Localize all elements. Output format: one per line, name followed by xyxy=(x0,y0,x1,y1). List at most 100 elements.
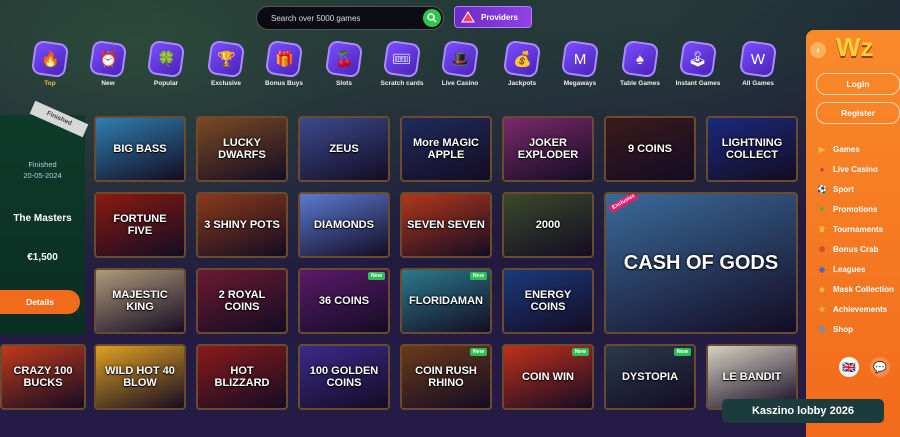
game-search[interactable] xyxy=(256,6,444,30)
category-label: Table Games xyxy=(620,80,660,87)
category-label: Instant Games xyxy=(675,80,721,87)
game-title: FLORIDAMAN xyxy=(409,295,483,307)
game-tile[interactable]: ENERGY COINS xyxy=(502,268,594,334)
menu-item-tournaments[interactable]: ♛ Tournaments xyxy=(816,222,900,236)
game-title: DYSTOPIA xyxy=(621,371,679,383)
category-instant-games[interactable]: 🕹 Instant Games xyxy=(670,39,726,87)
game-tile[interactable]: SEVEN SEVEN xyxy=(400,192,492,258)
providers-button[interactable]: Providers xyxy=(454,6,532,28)
new-badge: New xyxy=(469,348,487,356)
game-tile[interactable]: More MAGIC APPLE xyxy=(400,116,492,182)
category-scratch-cards[interactable]: 🎟 Scratch cards xyxy=(374,39,430,87)
language-flag-icon[interactable]: 🇬🇧 xyxy=(839,357,859,377)
game-title: DIAMONDS xyxy=(314,219,374,231)
category-megaways[interactable]: M Megaways xyxy=(552,39,608,87)
category-label: Jackpots xyxy=(507,80,537,87)
tournament-title: The Masters xyxy=(13,213,72,224)
game-title: ENERGY COINS xyxy=(524,289,572,313)
register-button[interactable]: Register xyxy=(816,102,900,124)
category-label: Exclusive xyxy=(211,80,241,87)
game-tile[interactable]: 2 ROYAL COINS xyxy=(196,268,288,334)
search-input[interactable] xyxy=(269,10,413,27)
menu-item-achievements[interactable]: ★ Achievements xyxy=(816,302,900,316)
game-tile[interactable]: CRAZY 100 BUCKS xyxy=(0,344,86,410)
tournament-prize: €1,500 xyxy=(27,252,58,263)
spade-card-icon: ♠ xyxy=(620,39,660,79)
category-jackpots[interactable]: 💰 Jackpots xyxy=(494,39,550,87)
game-tile[interactable]: COIN RUSH RHINO New xyxy=(400,344,492,410)
search-button[interactable] xyxy=(423,9,441,27)
menu-item-label: Live Casino xyxy=(833,164,878,174)
game-tile[interactable]: FORTUNE FIVE xyxy=(94,192,186,258)
game-tile[interactable]: 100 GOLDEN COINS xyxy=(298,344,390,410)
game-title: LE BANDIT xyxy=(722,371,782,383)
chat-icon[interactable]: 💬 xyxy=(870,357,890,377)
game-tile[interactable]: CASH OF GODS Exclusive xyxy=(604,192,798,334)
game-tile[interactable]: 9 COINS xyxy=(604,116,696,182)
category-label: Slots xyxy=(336,80,352,87)
category-live-casino[interactable]: 🎩 Live Casino xyxy=(432,39,488,87)
category-label: All Games xyxy=(742,80,774,87)
game-title: COIN WIN xyxy=(522,371,574,383)
game-title: HOT BLIZZARD xyxy=(214,365,270,389)
menu-item-leagues[interactable]: ◆ Leagues xyxy=(816,262,900,276)
category-popular[interactable]: 🍀 Popular xyxy=(138,39,194,87)
game-tile[interactable]: DYSTOPIA New xyxy=(604,344,696,410)
game-tile[interactable]: ZEUS xyxy=(298,116,390,182)
category-slots[interactable]: 🍒 Slots xyxy=(316,39,372,87)
game-tile[interactable]: MAJESTIC KING xyxy=(94,268,186,334)
providers-label: Providers xyxy=(481,12,518,22)
menu-item-sport[interactable]: ⚽ Sport xyxy=(816,182,900,196)
cherry-icon: 🍒 xyxy=(324,39,364,79)
menu-item-label: Bonus Crab xyxy=(833,244,879,254)
menu-item-label: Tournaments xyxy=(833,224,884,234)
game-title: CASH OF GODS xyxy=(623,252,779,274)
category-table-games[interactable]: ♠ Table Games xyxy=(612,39,668,87)
brand-logo[interactable]: Wz xyxy=(836,32,874,63)
game-title: 2000 xyxy=(535,219,561,231)
game-tile[interactable]: LIGHTNING COLLECT xyxy=(706,116,798,182)
game-tile[interactable]: FLORIDAMAN New xyxy=(400,268,492,334)
menu-item-label: Mask Collection xyxy=(833,284,894,294)
category-new[interactable]: ⏰ New xyxy=(80,39,136,87)
game-tile[interactable]: HOT BLIZZARD xyxy=(196,344,288,410)
right-sidebar: ‹ Wz Login Register ▶ Games ● Live Casino… xyxy=(806,30,900,437)
game-title: CRAZY 100 BUCKS xyxy=(13,365,73,389)
game-tile[interactable]: 36 COINS New xyxy=(298,268,390,334)
trophy-icon: 🏆 xyxy=(206,39,246,79)
menu-item-games[interactable]: ▶ Games xyxy=(816,142,900,156)
details-button[interactable]: Details xyxy=(0,290,80,314)
triangle-icon xyxy=(461,11,475,23)
category-label: Top xyxy=(44,80,56,87)
shield-icon: ◆ xyxy=(818,264,826,274)
clock-icon: ⏰ xyxy=(88,39,128,79)
game-tile[interactable]: COIN WIN New xyxy=(502,344,594,410)
menu-item-shop[interactable]: ✿ Shop xyxy=(816,322,900,336)
game-tile[interactable]: 3 SHINY POTS xyxy=(196,192,288,258)
medal-icon: ★ xyxy=(818,304,826,314)
game-title: COIN RUSH RHINO xyxy=(415,365,477,389)
game-tile[interactable]: BIG BASS xyxy=(94,116,186,182)
category-exclusive[interactable]: 🏆 Exclusive xyxy=(198,39,254,87)
menu-item-live-casino[interactable]: ● Live Casino xyxy=(816,162,900,176)
game-tile[interactable]: LUCKY DWARFS xyxy=(196,116,288,182)
game-tile[interactable]: 2000 xyxy=(502,192,594,258)
game-tile[interactable]: DIAMONDS xyxy=(298,192,390,258)
category-top[interactable]: 🔥 Top xyxy=(22,39,78,87)
game-title: LIGHTNING COLLECT xyxy=(721,137,783,161)
category-bonus-buys[interactable]: 🎁 Bonus Buys xyxy=(256,39,312,87)
collapse-sidebar-button[interactable]: ‹ xyxy=(810,42,826,58)
game-title: LUCKY DWARFS xyxy=(218,137,266,161)
login-button[interactable]: Login xyxy=(816,73,900,95)
game-tile[interactable]: WILD HOT 40 BLOW xyxy=(94,344,186,410)
game-title: More MAGIC APPLE xyxy=(413,137,479,161)
menu-item-promotions[interactable]: ✦ Promotions xyxy=(816,202,900,216)
menu-item-bonus-crab[interactable]: ✺ Bonus Crab xyxy=(816,242,900,256)
game-tile[interactable]: JOKER EXPLODER xyxy=(502,116,594,182)
game-title: SEVEN SEVEN xyxy=(407,219,485,231)
new-badge: New xyxy=(469,272,487,280)
menu-item-label: Sport xyxy=(833,184,854,194)
megaphone-icon: ✦ xyxy=(818,204,826,214)
menu-item-mask-collection[interactable]: ☻ Mask Collection xyxy=(816,282,900,296)
category-all-games[interactable]: W All Games xyxy=(730,39,786,87)
